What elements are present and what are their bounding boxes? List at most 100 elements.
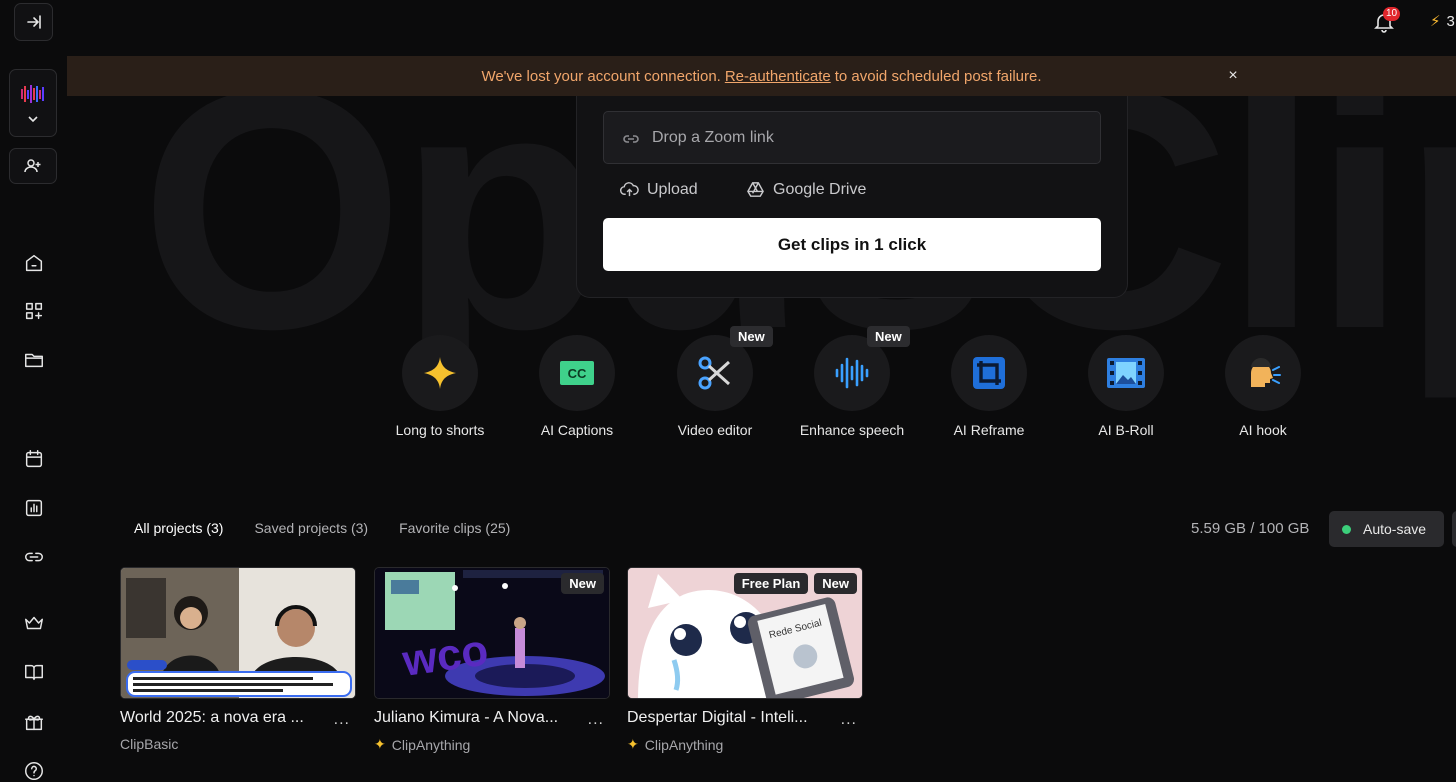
credits-display[interactable]: ⚡ 3: [1430, 12, 1455, 31]
close-icon[interactable]: ×: [1223, 66, 1243, 86]
nav-folders[interactable]: [10, 340, 58, 380]
tool-ai-hook[interactable]: AI hook: [1193, 335, 1333, 438]
project-title[interactable]: Juliano Kimura - A Nova...: [374, 709, 574, 727]
sidebar-expand-icon: [26, 15, 41, 29]
tool-label: AI B-Roll: [1098, 422, 1154, 438]
google-drive-label: Google Drive: [773, 180, 867, 198]
tool-long-to-shorts[interactable]: Long to shorts: [370, 335, 510, 438]
credits-value: 3: [1446, 12, 1455, 30]
nav-add-apps[interactable]: [10, 291, 58, 331]
tool-ai-broll[interactable]: AI B-Roll: [1056, 335, 1196, 438]
banner-suffix: to avoid scheduled post failure.: [834, 67, 1042, 85]
tool-enhance-speech[interactable]: New Enhance speech: [782, 326, 922, 438]
project-card[interactable]: Rede Social Free Plan New Despertar Digi…: [627, 567, 863, 753]
project-card[interactable]: wco New Juliano Kimura - A Nova... ... ✦…: [374, 567, 610, 753]
project-thumbnail[interactable]: Rede Social Free Plan New: [627, 567, 863, 699]
tool-ai-captions[interactable]: CC AI Captions: [507, 335, 647, 438]
tool-label: Long to shorts: [395, 422, 485, 438]
calendar-icon: [25, 450, 43, 468]
project-plan-label: ClipAnything: [391, 736, 471, 753]
upload-label: Upload: [647, 180, 698, 198]
tool-label: AI hook: [1239, 422, 1287, 438]
tool-icon-circle: [1225, 335, 1301, 411]
banner-prefix: We've lost your account connection.: [481, 67, 721, 85]
sparkle-icon: [424, 357, 456, 389]
reauthenticate-link[interactable]: Re-authenticate: [725, 68, 831, 85]
tool-ai-reframe[interactable]: AI Reframe: [919, 335, 1059, 438]
nav-rewards[interactable]: [10, 702, 58, 742]
get-clips-button[interactable]: Get clips in 1 click: [603, 218, 1101, 271]
chevron-down-icon: [28, 116, 38, 123]
project-plan: ✦ ClipAnything: [374, 736, 610, 753]
folder-icon: [25, 353, 43, 368]
help-icon: [25, 762, 43, 780]
tool-icon-circle: [951, 335, 1027, 411]
tab-all-projects[interactable]: All projects (3): [134, 520, 223, 536]
expand-sidebar-button[interactable]: [14, 3, 53, 41]
badge-group: Free Plan New: [733, 573, 857, 594]
waveform-icon: [835, 357, 869, 389]
zoom-link-input[interactable]: Drop a Zoom link: [603, 111, 1101, 164]
workspace-logo-icon: [21, 85, 44, 103]
page: OpusClip: [0, 0, 1456, 782]
nav-help[interactable]: [10, 751, 58, 782]
film-icon: [1107, 358, 1145, 388]
project-plan: ClipBasic: [120, 736, 356, 752]
gift-icon: [25, 715, 43, 731]
new-badge: New: [867, 326, 910, 347]
sidebar: [0, 0, 67, 782]
nav-analytics[interactable]: [10, 488, 58, 528]
sparkle-icon: ✦: [374, 736, 386, 752]
speaking-head-icon: [1250, 357, 1281, 387]
autosave-label: Auto-save: [1363, 521, 1427, 537]
nav-links[interactable]: [10, 537, 58, 577]
bar-chart-icon: [25, 499, 43, 517]
project-tabs: All projects (3) Saved projects (3) Favo…: [134, 520, 510, 536]
nav-home[interactable]: [10, 243, 58, 283]
cc-icon: CC: [560, 361, 594, 385]
overflow-button[interactable]: [1452, 511, 1456, 547]
autosave-button[interactable]: Auto-save: [1329, 511, 1444, 547]
zoom-link-placeholder: Drop a Zoom link: [652, 128, 774, 146]
free-plan-badge: Free Plan: [733, 573, 809, 594]
link-icon: [623, 135, 639, 143]
tool-label: AI Reframe: [953, 422, 1025, 438]
more-options-button[interactable]: ...: [334, 711, 350, 729]
crown-icon: [25, 616, 43, 630]
project-thumbnail[interactable]: [120, 567, 356, 699]
nav-calendar[interactable]: [10, 439, 58, 479]
invite-member-button[interactable]: [9, 148, 57, 184]
project-thumbnail[interactable]: wco New: [374, 567, 610, 699]
more-options-button[interactable]: ...: [841, 711, 857, 729]
google-drive-button[interactable]: Google Drive: [746, 180, 866, 199]
nav-learn[interactable]: [10, 652, 58, 692]
project-title[interactable]: World 2025: a nova era ...: [120, 709, 320, 727]
link-icon: [25, 552, 43, 562]
svg-text:CC: CC: [568, 366, 587, 381]
reauth-banner: We've lost your account connection. Re-a…: [67, 56, 1456, 96]
workspace-switcher[interactable]: [9, 69, 57, 137]
tool-label: Enhance speech: [799, 422, 905, 438]
project-title[interactable]: Despertar Digital - Inteli...: [627, 709, 827, 727]
sparkle-icon: ✦: [627, 736, 639, 752]
status-dot: [1342, 524, 1351, 534]
crop-icon: [973, 357, 1005, 389]
scissors-icon: [698, 356, 731, 390]
tool-video-editor[interactable]: New Video editor: [645, 326, 785, 438]
nav-plans[interactable]: [10, 603, 58, 643]
project-plan-label: ClipAnything: [644, 736, 724, 753]
add-user-icon: [24, 159, 41, 173]
more-options-button[interactable]: ...: [588, 711, 604, 729]
tool-label: Video editor: [677, 422, 753, 438]
tab-saved-projects[interactable]: Saved projects (3): [254, 520, 368, 536]
tab-favorite-clips[interactable]: Favorite clips (25): [399, 520, 510, 536]
tool-icon-circle: [1088, 335, 1164, 411]
upload-button[interactable]: Upload: [620, 180, 698, 199]
book-icon: [25, 664, 43, 681]
grid-plus-icon: [25, 302, 43, 320]
tool-label: AI Captions: [540, 422, 614, 438]
project-plan: ✦ ClipAnything: [627, 736, 863, 753]
cloud-upload-icon: [620, 182, 639, 197]
new-badge: New: [730, 326, 773, 347]
project-card[interactable]: World 2025: a nova era ... ... ClipBasic: [120, 567, 356, 752]
